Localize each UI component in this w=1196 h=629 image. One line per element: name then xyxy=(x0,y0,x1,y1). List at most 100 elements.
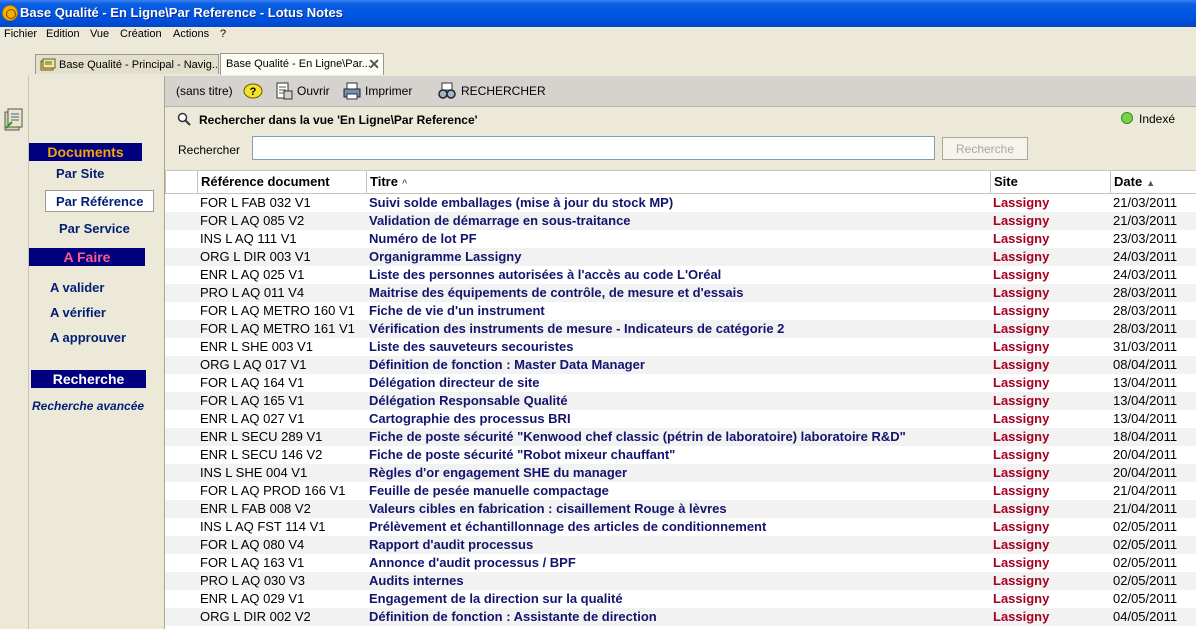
untitled-label: (sans titre) xyxy=(176,84,233,98)
cell-reference: FOR L FAB 032 V1 xyxy=(200,195,311,210)
cell-site: Lassigny xyxy=(993,267,1050,282)
table-row[interactable]: FOR L AQ 163 V1 Annonce d'audit processus… xyxy=(165,554,1196,572)
cell-date: 23/03/2011 xyxy=(1113,231,1178,246)
nav-a-approuver[interactable]: A approuver xyxy=(50,330,126,345)
table-row[interactable]: PRO L AQ 030 V3 Audits internes Lassigny 02… xyxy=(165,572,1196,590)
cell-date: 28/03/2011 xyxy=(1113,285,1178,300)
table-row[interactable]: ENR L SECU 146 V2 Fiche de poste sécurité… xyxy=(165,446,1196,464)
open-icon[interactable] xyxy=(274,81,294,101)
close-icon[interactable]: ✕ xyxy=(368,56,380,73)
cell-reference: ENR L SHE 003 V1 xyxy=(200,339,313,354)
cell-site: Lassigny xyxy=(993,339,1050,354)
table-row[interactable]: FOR L AQ METRO 160 V1 Fiche de vie d'un i… xyxy=(165,302,1196,320)
tab-par-reference[interactable]: Base Qualité - En Ligne\Par... ✕ xyxy=(220,53,384,75)
menu-fichier[interactable]: Fichier xyxy=(4,28,37,40)
nav-a-valider[interactable]: A valider xyxy=(50,280,104,295)
status-dot-icon xyxy=(1121,112,1133,124)
cell-site: Lassigny xyxy=(993,321,1050,336)
window-title: Base Qualité - En Ligne\Par Reference - … xyxy=(20,5,343,20)
cell-reference: FOR L AQ 080 V4 xyxy=(200,537,305,552)
table-row[interactable]: ENR L SHE 003 V1 Liste des sauveteurs sec… xyxy=(165,338,1196,356)
search-title: Rechercher dans la vue 'En Ligne\Par Ref… xyxy=(199,113,478,127)
cell-title: Organigramme Lassigny xyxy=(369,249,522,264)
nav-par-reference[interactable]: Par Référence xyxy=(45,190,155,212)
table-row[interactable]: INS L SHE 004 V1 Règles d'or engagement S… xyxy=(165,464,1196,482)
menu-vue[interactable]: Vue xyxy=(90,28,109,40)
menu-actions[interactable]: Actions xyxy=(173,28,209,40)
nav-par-site[interactable]: Par Site xyxy=(56,166,104,181)
menu-help[interactable]: ? xyxy=(220,28,226,40)
search-input[interactable] xyxy=(252,136,935,160)
menu-bar: Fichier Edition Vue Création Actions ? xyxy=(0,27,1196,44)
cell-title: Fiche de poste sécurité "Kenwood chef cl… xyxy=(369,429,906,444)
cell-date: 21/03/2011 xyxy=(1113,213,1178,228)
table-row[interactable]: ORG L AQ 017 V1 Définition de fonction : … xyxy=(165,356,1196,374)
table-row[interactable]: INS L AQ FST 114 V1 Prélèvement et échant… xyxy=(165,518,1196,536)
table-row[interactable]: INS L AQ 111 V1 Numéro de lot PF Lassigny 2… xyxy=(165,230,1196,248)
column-headers: Référence document Titre ^ Site Date ▲ xyxy=(165,171,1196,194)
lotus-notes-icon[interactable] xyxy=(2,5,18,21)
cell-date: 28/03/2011 xyxy=(1113,303,1178,318)
view-pane: (sans titre) ? Ouvrir Imprimer RECHERCHE… xyxy=(165,76,1196,629)
nav-recherche-avancee[interactable]: Recherche avancée xyxy=(32,399,144,413)
printer-icon[interactable] xyxy=(342,81,362,101)
navigator-pane: Documents Par Site Par Référence Par Ser… xyxy=(28,76,165,629)
column-header-reference[interactable]: Référence document xyxy=(197,171,368,193)
table-row[interactable]: FOR L FAB 032 V1 Suivi solde emballages (… xyxy=(165,194,1196,212)
table-row[interactable]: PRO L AQ 011 V4 Maitrise des équipements … xyxy=(165,284,1196,302)
cell-title: Vérification des instruments de mesure -… xyxy=(369,321,785,336)
table-row[interactable]: ORG L DIR 002 V2 Définition de fonction :… xyxy=(165,608,1196,626)
open-button[interactable]: Ouvrir xyxy=(297,84,330,98)
cell-date: 04/05/2011 xyxy=(1113,609,1178,624)
cell-site: Lassigny xyxy=(993,357,1050,372)
table-row[interactable]: FOR L AQ PROD 166 V1 Feuille de pesée man… xyxy=(165,482,1196,500)
cell-reference: ORG L DIR 003 V1 xyxy=(200,249,311,264)
cell-reference: ENR L AQ 025 V1 xyxy=(200,267,305,282)
cell-site: Lassigny xyxy=(993,465,1050,480)
nav-section-documents: Documents xyxy=(29,143,142,161)
cell-title: Définition de fonction : Assistante de d… xyxy=(369,609,657,624)
table-row[interactable]: ENR L AQ 027 V1 Cartographie des processu… xyxy=(165,410,1196,428)
cell-title: Engagement de la direction sur la qualit… xyxy=(369,591,623,606)
table-row[interactable]: FOR L AQ 164 V1 Délégation directeur de s… xyxy=(165,374,1196,392)
left-bookmark-bar xyxy=(0,76,28,629)
column-header-titre[interactable]: Titre ^ xyxy=(366,171,990,193)
table-row[interactable]: ENR L AQ 025 V1 Liste des personnes autor… xyxy=(165,266,1196,284)
table-row[interactable]: FOR L AQ METRO 161 V1 Vérification des in… xyxy=(165,320,1196,338)
cell-site: Lassigny xyxy=(993,447,1050,462)
cell-site: Lassigny xyxy=(993,303,1050,318)
column-header-site[interactable]: Site xyxy=(990,171,1111,193)
column-header-date[interactable]: Date ▲ xyxy=(1110,171,1196,193)
sort-ascending-icon[interactable]: ▲ xyxy=(1146,178,1155,188)
print-button[interactable]: Imprimer xyxy=(365,84,412,98)
cell-date: 13/04/2011 xyxy=(1113,393,1178,408)
table-row[interactable]: FOR L AQ 080 V4 Rapport d'audit processus… xyxy=(165,536,1196,554)
cell-site: Lassigny xyxy=(993,501,1050,516)
tab-label: Base Qualité - En Ligne\Par... xyxy=(226,58,371,70)
cell-date: 18/04/2011 xyxy=(1113,429,1178,444)
menu-edition[interactable]: Edition xyxy=(46,28,80,40)
search-toolbar-button[interactable]: RECHERCHER xyxy=(461,84,546,98)
table-row[interactable]: ENR L SECU 289 V1 Fiche de poste sécurité… xyxy=(165,428,1196,446)
cell-date: 13/04/2011 xyxy=(1113,411,1178,426)
binoculars-icon[interactable] xyxy=(437,81,457,101)
search-button[interactable]: Recherche xyxy=(942,137,1028,160)
column-header-label: Référence document xyxy=(201,174,330,189)
selection-column-header[interactable] xyxy=(165,171,197,193)
table-row[interactable]: FOR L AQ 165 V1 Délégation Responsable Qu… xyxy=(165,392,1196,410)
nav-par-service[interactable]: Par Service xyxy=(59,221,130,236)
menu-creation[interactable]: Création xyxy=(120,28,162,40)
cell-title: Prélèvement et échantillonnage des artic… xyxy=(369,519,767,534)
svg-text:?: ? xyxy=(250,86,257,98)
cell-date: 02/05/2011 xyxy=(1113,573,1178,588)
bookmark-database-icon[interactable] xyxy=(3,106,23,134)
nav-a-verifier[interactable]: A vérifier xyxy=(50,305,106,320)
sort-ascending-icon[interactable]: ^ xyxy=(402,178,407,188)
table-row[interactable]: FOR L AQ 085 V2 Validation de démarrage e… xyxy=(165,212,1196,230)
table-row[interactable]: ENR L AQ 029 V1 Engagement de la directio… xyxy=(165,590,1196,608)
help-icon[interactable]: ? xyxy=(243,81,263,101)
table-row[interactable]: ENR L FAB 008 V2 Valeurs cibles en fabric… xyxy=(165,500,1196,518)
tab-principal-navigator[interactable]: Base Qualité - Principal - Navig... xyxy=(35,54,219,74)
cell-site: Lassigny xyxy=(993,285,1050,300)
table-row[interactable]: ORG L DIR 003 V1 Organigramme Lassigny Las… xyxy=(165,248,1196,266)
